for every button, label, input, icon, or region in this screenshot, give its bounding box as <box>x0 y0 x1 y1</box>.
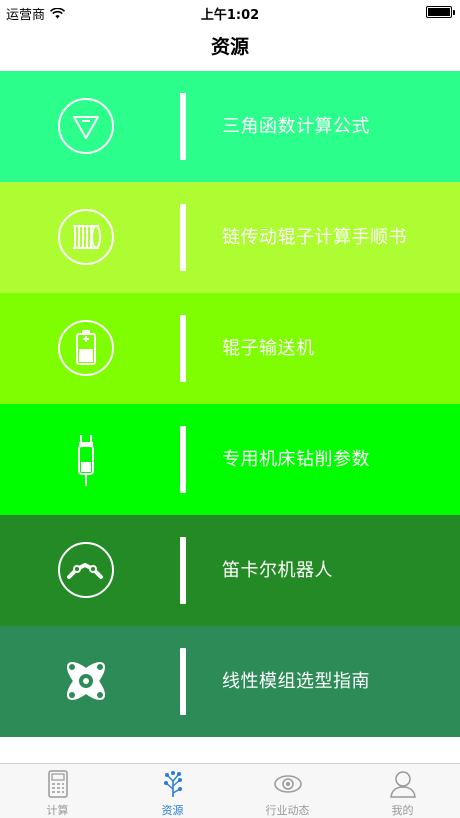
resource-list: 三角函数计算公式 链传动辊子计算手顺书 辊子输送机 专用机床钻削参数 笛卡尔机器… <box>0 71 460 737</box>
tab-label: 资源 <box>161 804 184 817</box>
chain-roller-icon <box>58 209 114 265</box>
eye-icon <box>273 775 302 793</box>
tab-industry-news[interactable]: 行业动态 <box>230 764 345 818</box>
drill-bit-icon <box>78 435 94 486</box>
tab-bar: 计算 资源 行业动态 我的 <box>0 763 460 818</box>
resource-label: 专用机床钻削参数 <box>222 449 370 470</box>
user-icon <box>389 771 416 798</box>
resource-row-trig-formulas[interactable]: 三角函数计算公式 <box>0 71 460 182</box>
battery-icon <box>426 6 455 18</box>
resource-label: 链传动辊子计算手顺书 <box>222 227 407 248</box>
tab-label: 我的 <box>391 804 414 817</box>
navigation-bar: 资源 <box>0 24 460 71</box>
resource-row-roller-conveyor[interactable]: 辊子输送机 <box>0 293 460 404</box>
calculator-icon <box>47 770 68 798</box>
tab-label: 计算 <box>46 804 69 817</box>
resource-label: 三角函数计算公式 <box>222 116 370 137</box>
tab-resources[interactable]: 资源 <box>115 764 230 818</box>
linear-module-icon <box>66 661 106 701</box>
page-title: 资源 <box>210 36 249 58</box>
robot-arm-icon <box>58 542 114 598</box>
resource-tree-icon <box>163 771 182 797</box>
triangle-icon <box>58 98 114 154</box>
row-divider <box>180 204 186 271</box>
resource-row-cartesian-robot[interactable]: 笛卡尔机器人 <box>0 515 460 626</box>
resource-label: 笛卡尔机器人 <box>222 560 333 581</box>
tab-label: 行业动态 <box>265 804 310 817</box>
resource-row-drilling-params[interactable]: 专用机床钻削参数 <box>0 404 460 515</box>
resource-row-linear-module[interactable]: 线性模组选型指南 <box>0 626 460 737</box>
row-divider <box>180 537 186 604</box>
battery-roller-icon <box>58 320 114 376</box>
resource-row-chain-roller[interactable]: 链传动辊子计算手顺书 <box>0 182 460 293</box>
tab-mine[interactable]: 我的 <box>345 764 460 818</box>
row-divider <box>180 648 186 715</box>
tab-calculate[interactable]: 计算 <box>0 764 115 818</box>
status-time: 上午1:02 <box>200 8 260 23</box>
row-divider <box>180 315 186 382</box>
resource-label: 线性模组选型指南 <box>222 671 370 692</box>
status-bar: 运营商 上午1:02 <box>0 0 460 24</box>
row-divider <box>180 93 186 160</box>
row-divider <box>180 426 186 493</box>
resource-label: 辊子输送机 <box>222 338 315 359</box>
